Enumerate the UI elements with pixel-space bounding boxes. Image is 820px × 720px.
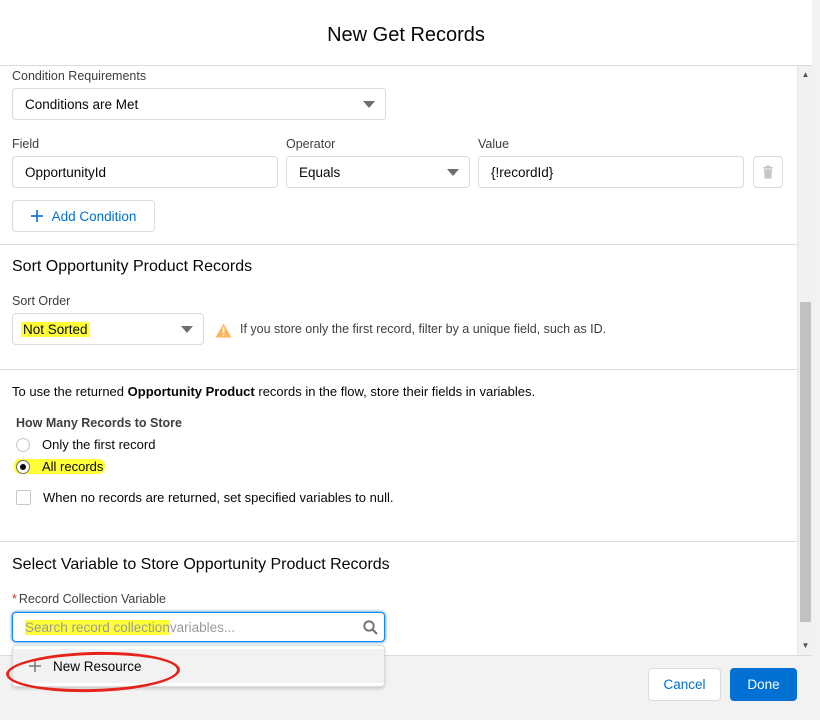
scroll-down-arrow-icon[interactable]: ▼ [798, 639, 813, 653]
chevron-down-icon [447, 169, 459, 176]
sort-order-value: Not Sorted [21, 321, 90, 337]
chevron-down-icon [181, 326, 193, 333]
radio-button[interactable] [16, 437, 30, 452]
modal-title: New Get Records [327, 24, 485, 46]
sort-order-select[interactable]: Not Sorted [12, 313, 204, 345]
radio-button-selected[interactable] [16, 459, 30, 474]
done-button[interactable]: Done [730, 668, 797, 701]
section-divider [0, 541, 797, 542]
search-placeholder-highlighted: Search record collection [25, 619, 170, 635]
operator-label: Operator [286, 137, 336, 151]
store-info-text: To use the returned Opportunity Product … [12, 384, 536, 399]
field-input-value: OpportunityId [25, 164, 107, 180]
radio-only-first-record[interactable]: Only the first record [16, 437, 155, 452]
modal-body[interactable]: Condition Requirements Conditions are Me… [0, 66, 797, 655]
radio-only-first-label: Only the first record [42, 437, 156, 452]
null-variables-checkbox[interactable] [16, 490, 31, 505]
add-condition-button[interactable]: Add Condition [12, 200, 155, 232]
chevron-down-icon [363, 101, 375, 108]
field-input[interactable]: OpportunityId [12, 156, 278, 188]
sort-warning-text: If you store only the first record, filt… [240, 322, 607, 336]
radio-dot-icon [20, 463, 26, 470]
scroll-up-arrow-icon[interactable]: ▲ [798, 68, 813, 82]
plus-icon [29, 660, 41, 672]
variable-section-title: Select Variable to Store Opportunity Pro… [12, 556, 390, 573]
sort-section-title: Sort Opportunity Product Records [12, 258, 253, 275]
section-divider [0, 369, 797, 370]
warning-icon [215, 323, 232, 338]
cancel-button[interactable]: Cancel [648, 668, 721, 701]
resource-dropdown: New Resource [12, 645, 385, 687]
scroll-thumb[interactable] [800, 302, 811, 622]
operator-select[interactable]: Equals [286, 156, 470, 188]
radio-all-label: All records [42, 459, 104, 474]
null-variables-checkbox-row[interactable]: When no records are returned, set specif… [16, 490, 393, 505]
new-resource-label: New Resource [53, 658, 142, 674]
new-resource-option[interactable]: New Resource [13, 649, 384, 683]
record-collection-search-input[interactable]: Search record collection variables... [12, 612, 385, 642]
add-condition-label: Add Condition [51, 208, 137, 224]
value-input[interactable]: {!recordId} [478, 156, 744, 188]
radio-all-records[interactable]: All records [14, 459, 106, 474]
section-divider [0, 244, 797, 245]
plus-icon [30, 210, 43, 222]
sort-order-label: Sort Order [12, 294, 71, 308]
delete-condition-button[interactable] [753, 156, 783, 188]
value-label: Value [478, 137, 510, 151]
value-input-value: {!recordId} [491, 164, 554, 180]
condition-requirements-label: Condition Requirements [12, 69, 147, 83]
condition-requirements-value: Conditions are Met [25, 96, 139, 112]
condition-requirements-select[interactable]: Conditions are Met [12, 88, 386, 120]
modal-header: New Get Records [0, 0, 812, 66]
search-icon [363, 620, 378, 635]
field-label: Field [12, 137, 40, 151]
record-collection-label: * Record Collection Variable [12, 592, 166, 606]
window-edge [812, 0, 820, 720]
operator-value: Equals [299, 164, 341, 180]
how-many-records-label: How Many Records to Store [16, 416, 182, 430]
search-placeholder-rest: variables... [169, 619, 236, 635]
trash-icon [763, 165, 773, 179]
required-mark: * [12, 592, 17, 606]
null-variables-label: When no records are returned, set specif… [43, 490, 394, 505]
store-info-object: Opportunity Product [127, 384, 255, 399]
vertical-scrollbar[interactable]: ▲ ▼ [797, 66, 812, 655]
